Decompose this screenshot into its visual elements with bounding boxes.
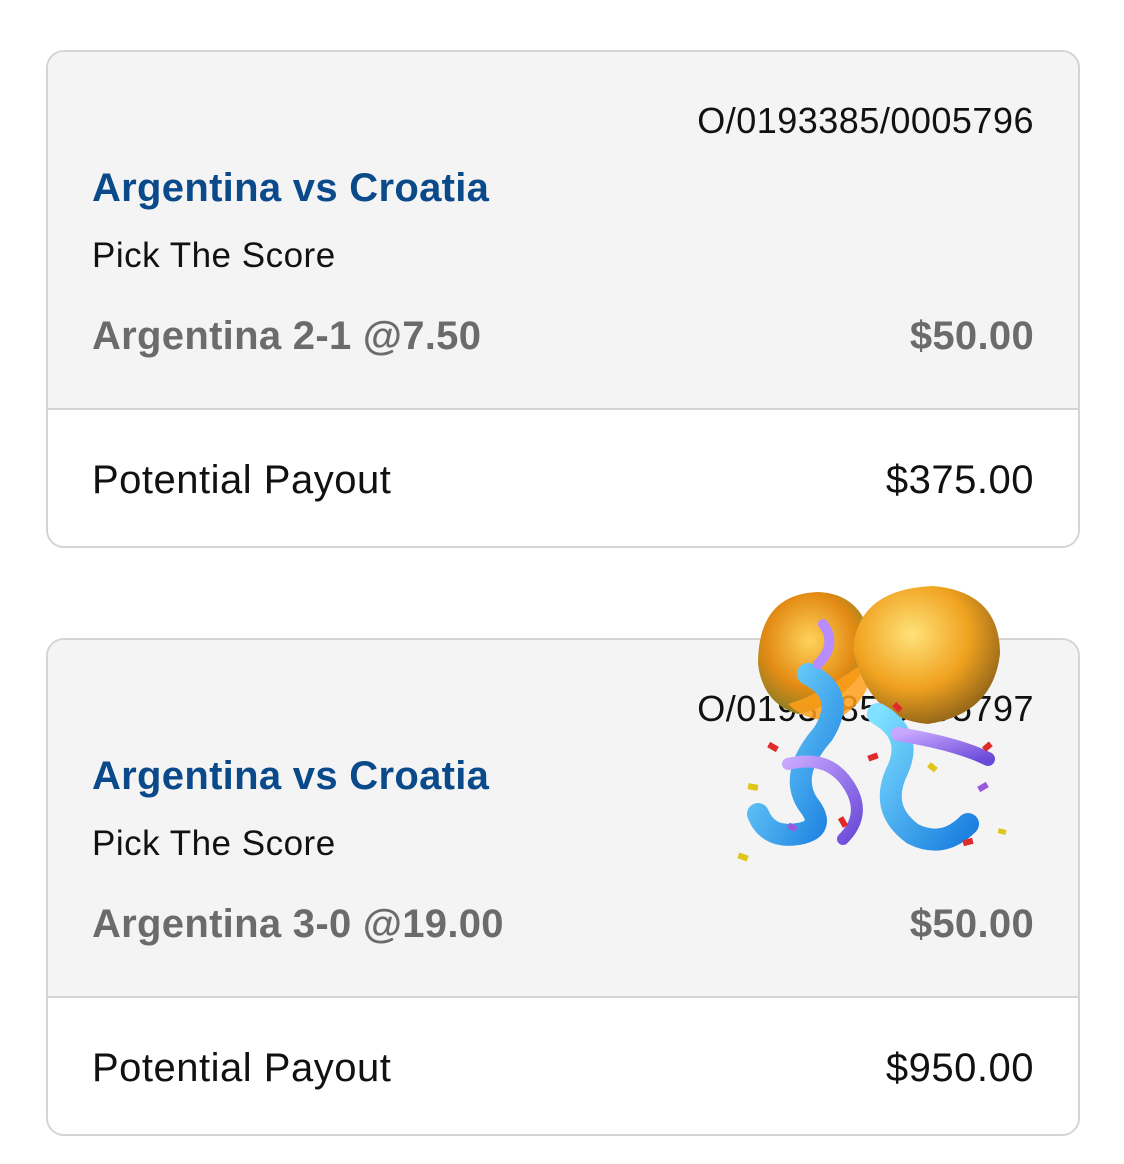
confetti-ball-icon bbox=[737, 586, 1007, 862]
market-name: Pick The Score bbox=[92, 236, 336, 275]
ticket-reference: O/0193385/0005796 bbox=[697, 100, 1034, 141]
potential-payout-label: Potential Payout bbox=[92, 1046, 392, 1090]
match-title[interactable]: Argentina vs Croatia bbox=[92, 166, 489, 211]
market-name: Pick The Score bbox=[92, 824, 336, 863]
match-title[interactable]: Argentina vs Croatia bbox=[92, 754, 489, 799]
selection-odds: Argentina 3-0 @19.00 bbox=[92, 902, 504, 946]
stake-amount: $50.00 bbox=[909, 902, 1034, 946]
potential-payout-value: $950.00 bbox=[885, 1046, 1034, 1090]
bet-details: O/0193385/0005796 Argentina vs Croatia P… bbox=[48, 52, 1078, 410]
stake-amount: $50.00 bbox=[909, 314, 1034, 358]
payout-row: Potential Payout $375.00 bbox=[48, 410, 1078, 546]
potential-payout-label: Potential Payout bbox=[92, 458, 392, 502]
potential-payout-value: $375.00 bbox=[885, 458, 1034, 502]
bet-card[interactable]: O/0193385/0005796 Argentina vs Croatia P… bbox=[46, 50, 1080, 548]
selection-odds: Argentina 2-1 @7.50 bbox=[92, 314, 482, 358]
payout-row: Potential Payout $950.00 bbox=[48, 998, 1078, 1134]
